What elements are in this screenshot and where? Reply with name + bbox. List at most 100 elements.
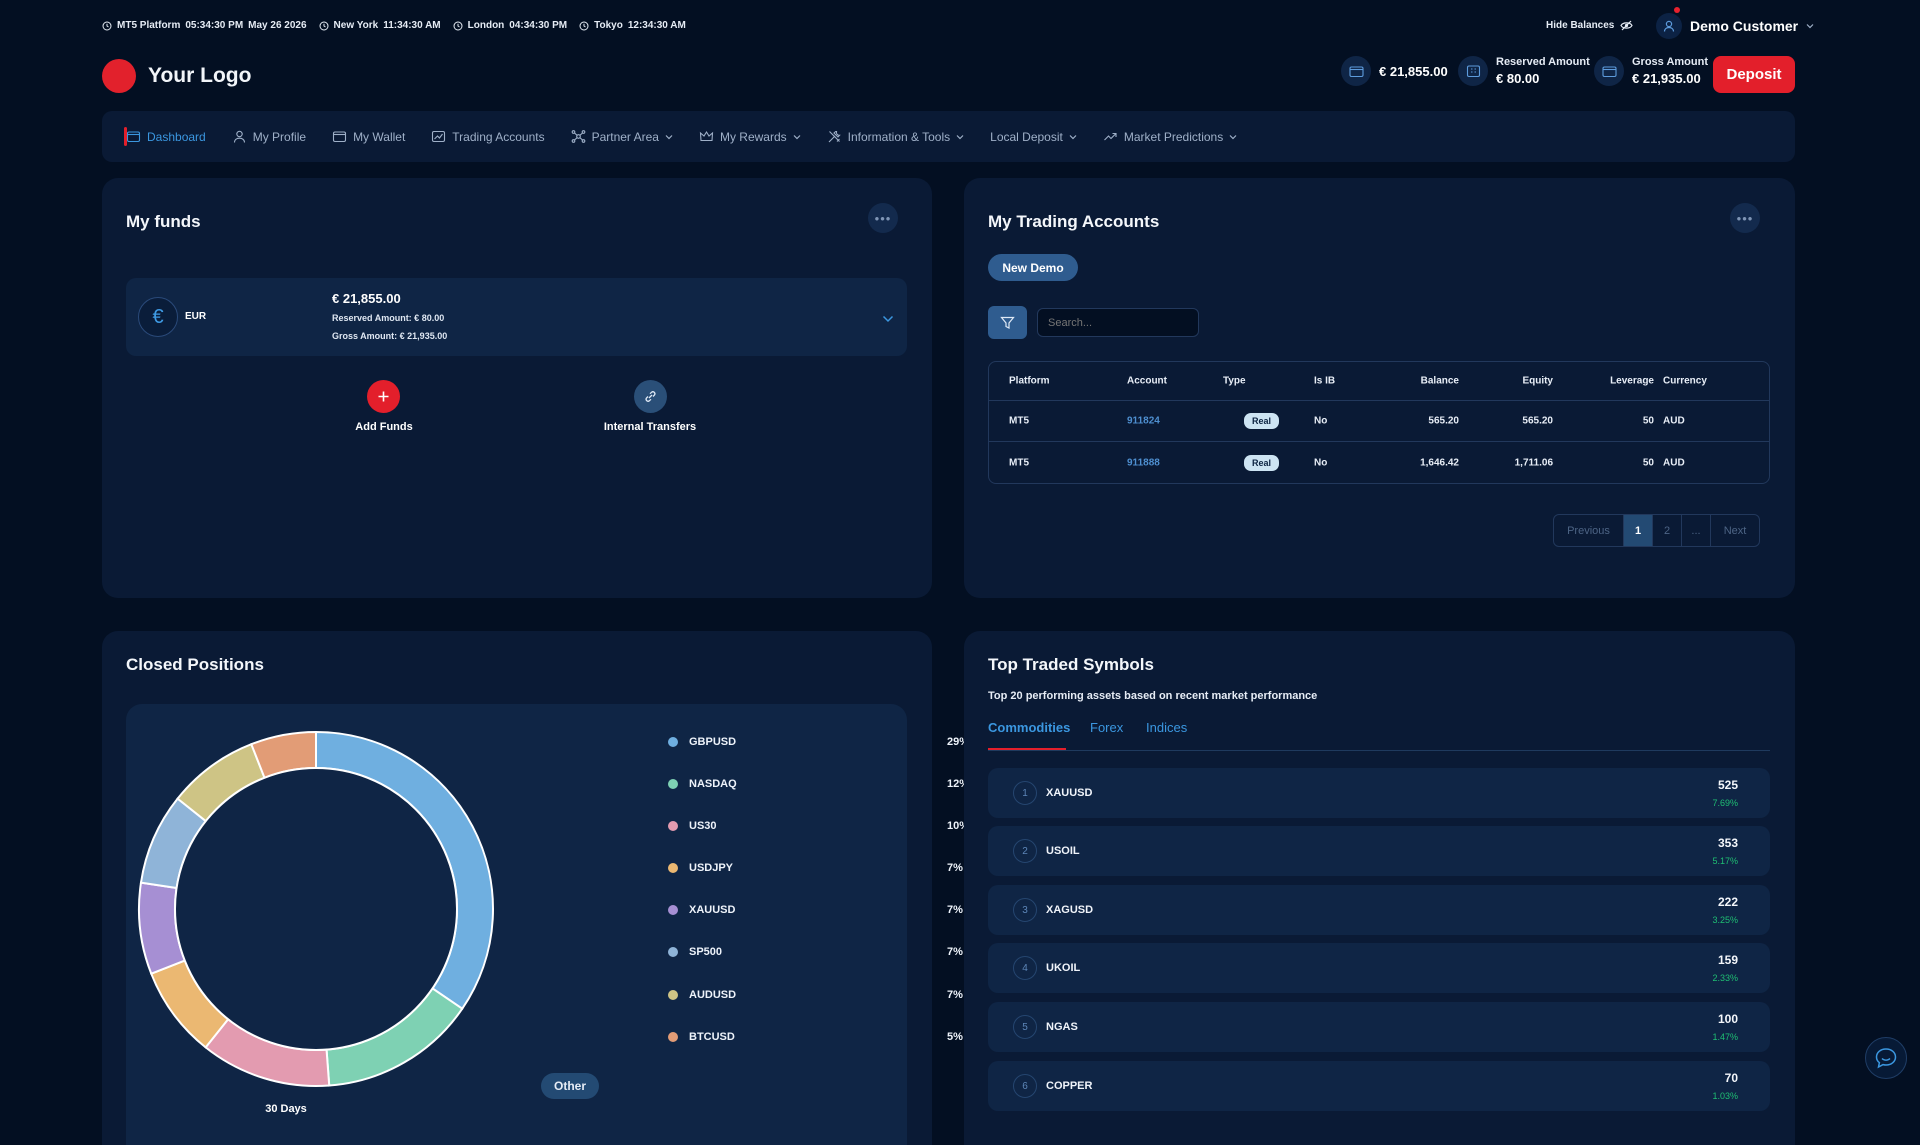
clock-label: Tokyo [594, 20, 623, 31]
tab-commodities[interactable]: Commodities [988, 720, 1070, 735]
gross-label: Gross Amount [1632, 56, 1708, 68]
search-input[interactable] [1037, 308, 1199, 337]
donut-chart [138, 730, 494, 1087]
list-item[interactable]: 5 NGAS 100 1.47% [988, 1002, 1770, 1052]
pagination-page[interactable]: 2 [1653, 515, 1682, 546]
nav-partner-area[interactable]: Partner Area [571, 129, 673, 144]
chevron-down-icon [956, 134, 964, 139]
tab-indices[interactable]: Indices [1146, 720, 1187, 735]
tools-icon [828, 130, 841, 143]
clock-label: London [467, 20, 505, 31]
legend-dot [668, 779, 678, 789]
logo[interactable]: Your Logo [102, 59, 251, 93]
symbol-name: USOIL [1046, 845, 1080, 857]
nav-dashboard[interactable]: Dashboard [126, 129, 206, 144]
nav-local-deposit[interactable]: Local Deposit [990, 130, 1077, 144]
pagination-page[interactable]: 1 [1624, 515, 1653, 546]
clock-icon [453, 21, 463, 30]
balance-value: € 21,855.00 [1379, 63, 1448, 79]
deposit-button[interactable]: Deposit [1713, 56, 1795, 93]
hide-balances-toggle[interactable]: Hide Balances [1546, 20, 1634, 31]
nav-information-tools[interactable]: Information & Tools [827, 129, 965, 144]
cell-is-ib: No [1314, 415, 1328, 427]
chevron-down-icon [1806, 24, 1814, 29]
table-header: Platform Account Type Is IB Balance Equi… [989, 362, 1769, 401]
cell-account-link[interactable]: 911888 [1127, 458, 1160, 469]
world-clocks: MT5 Platform 05:34:30 PM May 26 2026 New… [102, 20, 686, 31]
fund-gross: Gross Amount: € 21,935.00 [332, 331, 448, 341]
list-item[interactable]: 4 UKOIL 159 2.33% [988, 943, 1770, 993]
nav-label: Partner Area [591, 129, 659, 144]
cell-account-link[interactable]: 911824 [1127, 416, 1160, 427]
user-menu[interactable]: Demo Customer [1656, 7, 1814, 39]
legend-symbol: GBPUSD [689, 736, 737, 748]
symbol-pct: 7.69% [1712, 798, 1738, 808]
crown-icon [699, 130, 714, 142]
other-button[interactable]: Other [541, 1073, 599, 1099]
more-options-button[interactable]: ••• [868, 203, 898, 233]
new-demo-button[interactable]: New Demo [988, 254, 1078, 281]
list-item[interactable]: 3 XAGUSD 222 3.25% [988, 885, 1770, 935]
nav-my-rewards[interactable]: My Rewards [699, 129, 801, 144]
clock-label: New York [333, 20, 379, 31]
clock-icon [579, 21, 589, 30]
clock-tokyo: Tokyo 12:34:30 AM [579, 20, 686, 31]
nav-market-predictions[interactable]: Market Predictions [1103, 129, 1237, 144]
tab-active-indicator [988, 748, 1066, 750]
add-funds-label[interactable]: Add Funds [346, 421, 422, 433]
rank-badge: 2 [1013, 839, 1037, 863]
user-name: Demo Customer [1690, 18, 1799, 34]
notification-dot [1674, 7, 1680, 13]
symbol-pct: 1.03% [1712, 1091, 1738, 1101]
symbol-name: XAGUSD [1046, 904, 1094, 916]
chevron-down-icon [665, 134, 673, 139]
filter-button[interactable] [988, 306, 1027, 339]
closed-positions-panel: 30 Days GBPUSD 29% NASDAQ 12% US30 10% USDJ… [126, 704, 969, 1145]
symbol-name: COPPER [1046, 1080, 1093, 1092]
internal-transfers-label[interactable]: Internal Transfers [590, 421, 710, 433]
nav-label: My Rewards [719, 129, 787, 144]
table-row[interactable]: MT5 911824 Real No 565.20 565.20 50 AUD [989, 401, 1769, 442]
legend-symbol: USDJPY [689, 862, 734, 874]
symbol-pct: 2.33% [1712, 973, 1738, 983]
wallet-icon [126, 131, 141, 143]
tab-forex[interactable]: Forex [1090, 720, 1123, 735]
nav-label: Trading Accounts [452, 129, 545, 144]
rank-badge: 6 [1013, 1074, 1037, 1098]
cell-equity: 565.20 [1522, 415, 1553, 427]
list-item[interactable]: 1 XAUUSD 525 7.69% [988, 768, 1770, 818]
list-item[interactable]: 6 COPPER 70 1.03% [988, 1061, 1770, 1111]
chevron-down-icon[interactable] [882, 315, 894, 323]
list-item[interactable]: 2 USOIL 353 5.17% [988, 826, 1770, 876]
clock-date: May 26 2026 [248, 20, 307, 31]
nav-my-profile[interactable]: My Profile [232, 129, 306, 144]
symbol-name: XAUUSD [1046, 787, 1093, 799]
reserved-value: € 80.00 [1496, 71, 1540, 86]
legend-symbol: AUDUSD [689, 989, 737, 1001]
chevron-down-icon [1069, 134, 1077, 139]
pagination: Previous 1 2 ... Next [1553, 514, 1760, 547]
cell-balance: 1,646.42 [1420, 457, 1459, 469]
pagination-next[interactable]: Next [1711, 515, 1759, 546]
fund-row-eur[interactable] [126, 278, 907, 356]
nav-label: Information & Tools [847, 129, 951, 144]
legend-pct: 7% [947, 862, 963, 874]
table-row[interactable]: MT5 911888 Real No 1,646.42 1,711.06 50 … [989, 442, 1769, 483]
chat-button[interactable] [1865, 1037, 1907, 1079]
cell-is-ib: No [1314, 457, 1328, 469]
euro-icon: € [138, 297, 178, 337]
pagination-previous[interactable]: Previous [1554, 515, 1624, 546]
nav-trading-accounts[interactable]: Trading Accounts [431, 129, 545, 144]
currency-label: EUR [185, 311, 207, 322]
wallet-icon [1341, 56, 1371, 86]
internal-transfers-button[interactable] [634, 380, 667, 413]
gross-amount: Gross Amount € 21,935.00 [1594, 56, 1708, 86]
more-options-button[interactable]: ••• [1730, 203, 1760, 233]
add-funds-button[interactable] [367, 380, 400, 413]
nav-my-wallet[interactable]: My Wallet [332, 129, 405, 144]
legend-symbol: NASDAQ [689, 778, 737, 790]
legend-symbol: BTCUSD [689, 1031, 735, 1043]
logo-text: Your Logo [148, 64, 252, 87]
rank-badge: 5 [1013, 1015, 1037, 1039]
column-header: Account [1127, 375, 1167, 387]
